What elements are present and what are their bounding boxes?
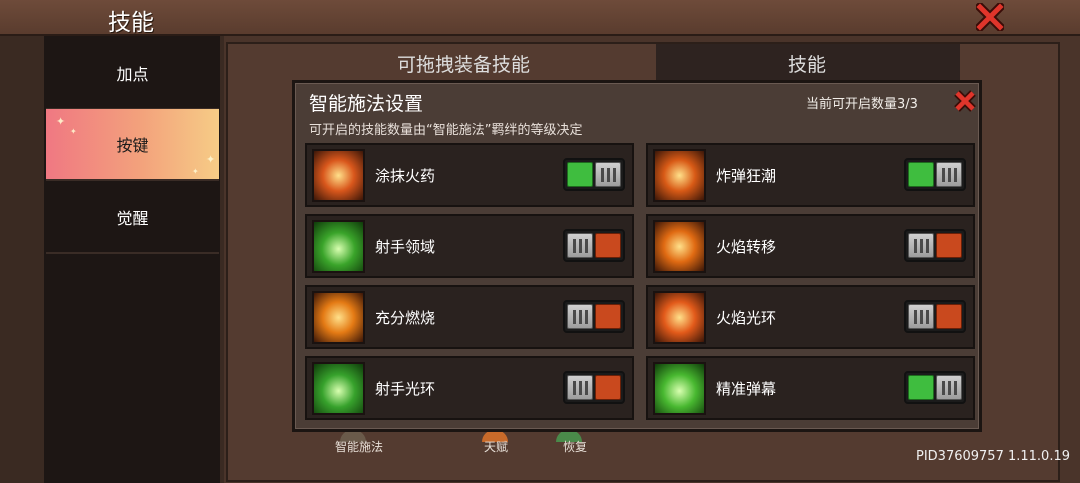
modal-close-button[interactable] — [951, 87, 979, 115]
toggle-off-fill — [936, 304, 962, 329]
skill-name: 涂抹火药 — [375, 167, 436, 185]
toggle-off-fill — [936, 233, 962, 258]
draggable-skills-header: 可拖拽装备技能 — [397, 54, 531, 76]
toggle-off-fill — [595, 304, 621, 329]
skill-name: 火焰光环 — [716, 309, 777, 327]
toggle-knob — [567, 304, 593, 329]
skill-row: 炸弹狂潮 — [646, 143, 975, 207]
skill-name: 射手光环 — [375, 380, 436, 398]
close-icon — [976, 3, 1004, 31]
sparkle-icon: ✦ — [206, 153, 216, 166]
smart-cast-label: 智能施法 — [335, 440, 384, 454]
close-button[interactable] — [974, 2, 1006, 32]
skill-name: 火焰转移 — [716, 238, 777, 256]
toggle-knob — [567, 375, 593, 400]
modal-subtitle: 可开启的技能数量由“智能施法”羁绊的等级决定 — [309, 123, 583, 138]
archer-domain-icon — [312, 220, 365, 273]
version-text: PID37609757 1.11.0.19 — [916, 449, 1071, 464]
skill-toggle[interactable] — [563, 229, 625, 262]
skill-name: 充分燃烧 — [375, 309, 436, 327]
toggle-knob — [936, 375, 962, 400]
enabled-count: 当前可开启数量3/3 — [806, 97, 918, 112]
page-title: 技能 — [108, 10, 154, 36]
skill-row: 火焰光环 — [646, 285, 975, 349]
toggle-on-fill — [908, 162, 934, 187]
toggle-off-fill — [595, 375, 621, 400]
skill-toggle[interactable] — [904, 300, 966, 333]
toggle-off-fill — [595, 233, 621, 258]
tab-keys[interactable]: ✦ ✦ ✦ ✦ 按键 — [46, 109, 219, 181]
toggle-knob — [595, 162, 621, 187]
sparkle-icon: ✦ — [70, 127, 77, 136]
tab-label: 觉醒 — [116, 209, 149, 228]
skill-row: 火焰转移 — [646, 214, 975, 278]
tab-label: 按键 — [116, 136, 149, 155]
sidebar: 加点 ✦ ✦ ✦ ✦ 按键 觉醒 — [44, 36, 220, 483]
flame-transfer-icon — [653, 220, 706, 273]
tab-label: 加点 — [116, 65, 149, 84]
skill-row: 充分燃烧 — [305, 285, 634, 349]
toggle-on-fill — [908, 375, 934, 400]
close-icon — [954, 90, 976, 112]
smart-cast-modal: 智能施法设置 可开启的技能数量由“智能施法”羁绊的等级决定 当前可开启数量3/3… — [292, 80, 982, 432]
flame-aura-icon — [653, 291, 706, 344]
archer-aura-icon — [312, 362, 365, 415]
full-burn-icon — [312, 291, 365, 344]
fire-powder-icon — [312, 149, 365, 202]
precise-barrage-icon — [653, 362, 706, 415]
talent-label: 天赋 — [484, 440, 509, 454]
toggle-knob — [936, 162, 962, 187]
sparkle-icon: ✦ — [192, 167, 199, 176]
toggle-knob — [908, 233, 934, 258]
skill-row: 射手领域 — [305, 214, 634, 278]
skill-toggle[interactable] — [904, 158, 966, 191]
skill-toggle[interactable] — [563, 371, 625, 404]
toggle-knob — [567, 233, 593, 258]
sparkle-icon: ✦ — [56, 115, 66, 128]
tab-awaken[interactable]: 觉醒 — [46, 182, 219, 254]
skills-header: 技能 — [788, 54, 827, 76]
top-bar: 技能 — [0, 0, 1080, 36]
modal-title: 智能施法设置 — [309, 93, 424, 115]
bomb-frenzy-icon — [653, 149, 706, 202]
skill-toggle[interactable] — [563, 158, 625, 191]
skill-name: 射手领域 — [375, 238, 436, 256]
skill-toggle[interactable] — [904, 371, 966, 404]
recover-label: 恢复 — [563, 440, 588, 454]
toggle-on-fill — [567, 162, 593, 187]
skill-row: 涂抹火药 — [305, 143, 634, 207]
skill-toggle[interactable] — [563, 300, 625, 333]
skill-toggle[interactable] — [904, 229, 966, 262]
tab-add-points[interactable]: 加点 — [46, 38, 219, 110]
skill-name: 炸弹狂潮 — [716, 167, 777, 185]
skill-name: 精准弹幕 — [716, 380, 777, 398]
skill-row: 精准弹幕 — [646, 356, 975, 420]
toggle-knob — [908, 304, 934, 329]
skill-row: 射手光环 — [305, 356, 634, 420]
